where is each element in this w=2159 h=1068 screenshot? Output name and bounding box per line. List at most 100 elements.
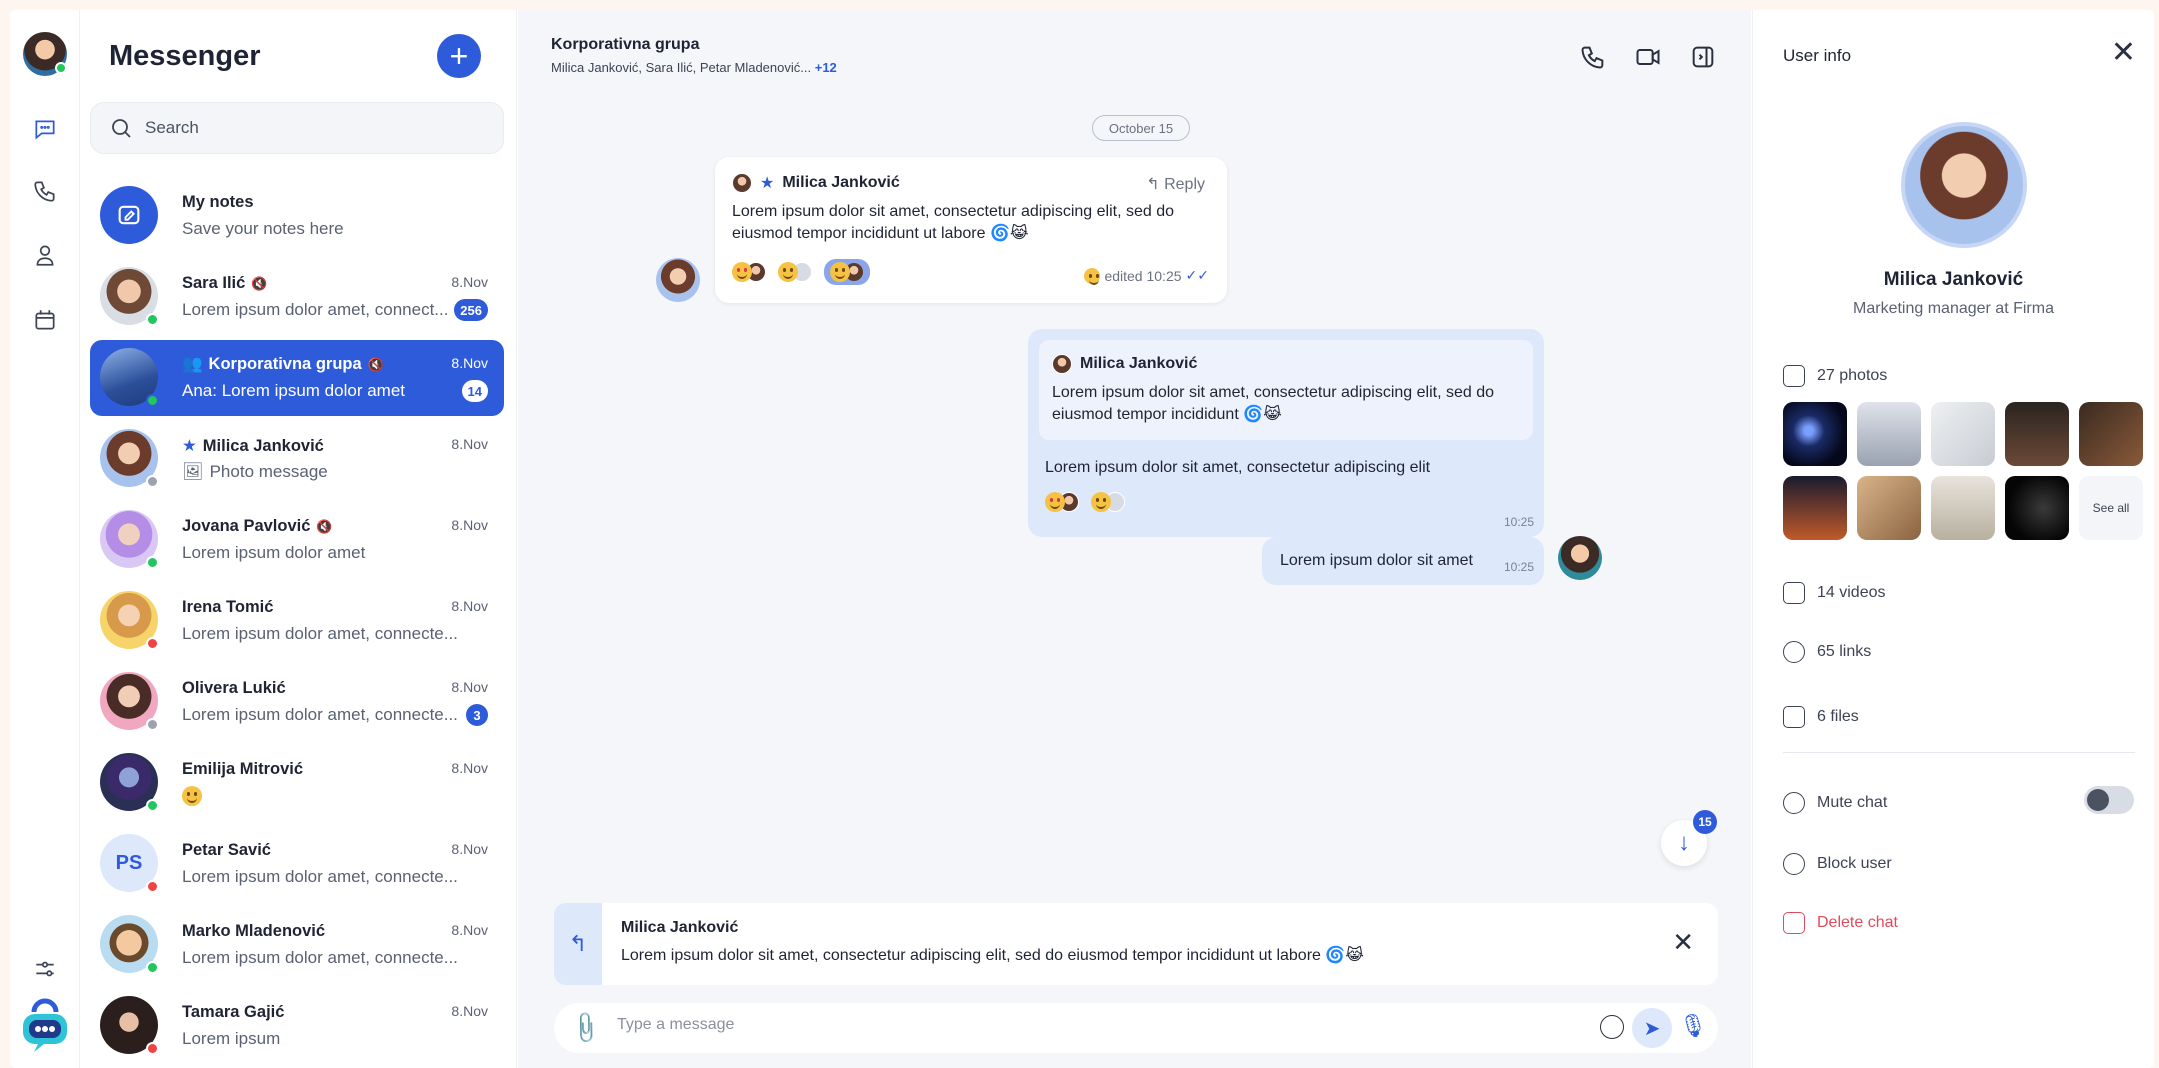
list-item-my-notes[interactable]: My notes Save your notes here — [90, 178, 504, 254]
attach-icon[interactable]: 📎 — [567, 1009, 604, 1047]
calendar-icon[interactable] — [30, 305, 60, 335]
see-all-button[interactable]: See all — [2079, 476, 2143, 540]
conversation-date: 8.Nov — [451, 274, 488, 290]
sender-avatar[interactable] — [656, 258, 700, 302]
photo-thumbnail[interactable] — [2005, 402, 2069, 466]
list-item-irena-tomic[interactable]: Irena Tomić Lorem ipsum dolor amet, conn… — [90, 583, 504, 659]
message-bubble-own[interactable]: Lorem ipsum dolor sit amet 10:25 — [1262, 537, 1544, 585]
conversation-name: Irena Tomić — [182, 598, 274, 616]
send-button[interactable]: ➤ — [1632, 1008, 1672, 1048]
arrow-down-icon: ↓ — [1678, 829, 1690, 856]
photo-thumbnail[interactable] — [1783, 402, 1847, 466]
contacts-icon[interactable] — [30, 240, 60, 270]
photos-row[interactable]: 27 photos — [1783, 365, 1887, 387]
close-reply-icon[interactable]: ✕ — [1672, 929, 1694, 955]
reaction-smile[interactable] — [778, 262, 812, 282]
conversation-preview: Lorem ipsum dolor amet, connecte... — [182, 624, 458, 643]
unread-badge: 3 — [466, 704, 488, 726]
settings-icon[interactable] — [30, 954, 60, 984]
reaction-heart-eyes[interactable] — [1045, 492, 1079, 512]
emoji-picker-icon[interactable] — [1600, 1015, 1624, 1039]
photo-thumbnail[interactable] — [1783, 476, 1847, 540]
photo-thumbnail[interactable] — [2005, 476, 2069, 540]
conversation-preview: Lorem ipsum dolor amet, connecte... — [182, 705, 458, 724]
mute-icon — [1783, 792, 1805, 814]
photo-icon — [1783, 365, 1805, 387]
emoji-icons: 🌀😹 — [989, 225, 1029, 242]
status-dot — [146, 394, 159, 407]
message-text: Lorem ipsum dolor sit amet — [1280, 552, 1473, 569]
close-icon[interactable]: ✕ — [2111, 38, 2136, 68]
quote-text: Lorem ipsum dolor sit amet, consectetur … — [1052, 384, 1494, 423]
status-dot — [146, 799, 159, 812]
message-bubble-own[interactable]: Milica Janković Lorem ipsum dolor sit am… — [1028, 329, 1544, 537]
links-row[interactable]: 65 links — [1783, 641, 1871, 663]
reactions — [732, 259, 870, 285]
list-item-jovana-pavlovic[interactable]: Jovana Pavlović 🔇 Lorem ipsum dolor amet … — [90, 502, 504, 578]
photo-thumbnail[interactable] — [1931, 402, 1995, 466]
chat-icon[interactable] — [30, 114, 60, 144]
smile-emoji-icon — [1091, 492, 1111, 512]
status-dot — [146, 313, 159, 326]
list-item-korporativna-grupa[interactable]: 👥 Korporativna grupa 🔇 Ana: Lorem ipsum do… — [90, 340, 504, 416]
microphone-icon[interactable]: 🎙 — [1679, 1013, 1707, 1039]
block-user-button[interactable]: Block user — [1783, 853, 1892, 875]
message-input[interactable] — [617, 1016, 1517, 1034]
mute-toggle[interactable] — [2084, 786, 2134, 814]
status-dot — [146, 880, 159, 893]
my-avatar[interactable] — [23, 32, 67, 76]
conversation-date: 8.Nov — [451, 355, 488, 371]
link-icon — [1783, 641, 1805, 663]
video-call-button[interactable] — [1631, 40, 1665, 74]
chat-title: Korporativna grupa — [551, 36, 700, 53]
conversation-name: Olivera Lukić — [182, 679, 286, 697]
chat-area: Korporativna grupa Milica Janković, Sara… — [518, 10, 1751, 1068]
reaction-selected[interactable] — [824, 259, 870, 285]
conversation-date: 8.Nov — [451, 841, 488, 857]
video-icon — [1636, 49, 1660, 65]
photo-thumbnail[interactable] — [1857, 476, 1921, 540]
side-panel-icon — [1692, 46, 1714, 68]
search-input[interactable] — [145, 118, 485, 138]
quoted-message[interactable]: Milica Janković Lorem ipsum dolor sit am… — [1039, 340, 1533, 440]
members-more[interactable]: +12 — [815, 60, 837, 75]
message-time: 10:25 — [1503, 560, 1534, 574]
muted-icon: 🔇 — [251, 275, 268, 291]
status-dot — [146, 718, 159, 731]
conversation-date: 8.Nov — [451, 760, 488, 776]
list-item-milica-jankovic[interactable]: ★ Milica Janković 🖼 Photo message 8.Nov — [90, 421, 504, 497]
list-item-tamara-gajic[interactable]: Tamara Gajić Lorem ipsum 8.Nov — [90, 988, 504, 1064]
search-box — [90, 102, 504, 154]
call-button[interactable] — [1576, 40, 1610, 74]
reply-button[interactable]: ↰ Reply — [1146, 174, 1205, 194]
message-bubble[interactable]: ★ Milica Janković ↰ Reply Lorem ipsum do… — [715, 157, 1227, 303]
delete-chat-button[interactable]: Delete chat — [1783, 912, 1898, 934]
conversation-date: 8.Nov — [451, 1003, 488, 1019]
list-item-petar-savic[interactable]: PS Petar Savić Lorem ipsum dolor amet, c… — [90, 826, 504, 902]
message-sender: ★ Milica Janković — [732, 173, 900, 193]
star-icon: ★ — [760, 175, 775, 192]
files-row[interactable]: 6 files — [1783, 706, 1859, 728]
grin-emoji-icon — [830, 262, 850, 282]
photo-grid: See all — [1783, 402, 2143, 540]
reaction-heart-eyes[interactable] — [732, 262, 766, 282]
videos-row[interactable]: 14 videos — [1783, 582, 1886, 604]
photo-thumbnail[interactable] — [1931, 476, 1995, 540]
message-text: Lorem ipsum dolor sit amet, consectetur … — [1045, 459, 1431, 476]
conversation-preview: Lorem ipsum dolor amet — [182, 543, 366, 562]
list-item-sara-ilic[interactable]: Sara Ilić 🔇 Lorem ipsum dolor amet, conne… — [90, 259, 504, 335]
phone-icon[interactable] — [30, 176, 60, 206]
list-item-olivera-lukic[interactable]: Olivera Lukić Lorem ipsum dolor amet, co… — [90, 664, 504, 740]
status-dot — [146, 475, 159, 488]
conversation-name: ★ Milica Janković — [182, 436, 324, 456]
quote-sender: Milica Janković — [1052, 354, 1197, 374]
photo-thumbnail[interactable] — [1857, 402, 1921, 466]
list-item-emilija-mitrovic[interactable]: Emilija Mitrović 8.Nov — [90, 745, 504, 821]
toggle-panel-button[interactable] — [1686, 40, 1720, 74]
photo-thumbnail[interactable] — [2079, 402, 2143, 466]
list-item-marko-mladenovic[interactable]: Marko Mladenović Lorem ipsum dolor amet,… — [90, 907, 504, 983]
conversation-date: 8.Nov — [451, 517, 488, 533]
block-icon — [1783, 853, 1805, 875]
new-chat-button[interactable]: + — [437, 34, 481, 78]
reaction-smile[interactable] — [1091, 492, 1125, 512]
